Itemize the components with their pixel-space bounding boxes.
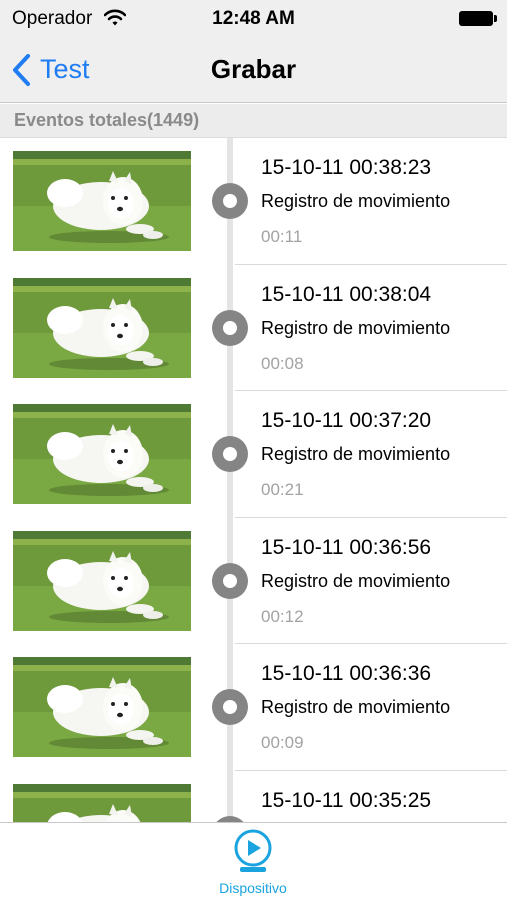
- timeline-node-icon: [212, 183, 248, 219]
- event-duration: 00:11: [261, 227, 303, 246]
- back-button[interactable]: Test: [10, 36, 90, 103]
- back-label: Test: [40, 54, 90, 84]
- event-type: Registro de movimiento: [261, 570, 451, 591]
- event-thumbnail: [13, 404, 191, 504]
- navigation-bar: Test Grabar: [0, 36, 507, 103]
- status-time: 12:48 AM: [212, 8, 295, 29]
- event-datetime: 15-10-11 00:36:36: [261, 662, 432, 685]
- event-datetime: 15-10-11 00:38:23: [261, 156, 432, 179]
- event-row[interactable]: 15-10-11 00:38:04 Registro de movimiento 0…: [0, 265, 507, 391]
- tab-bar: Dispositivo: [0, 822, 507, 900]
- event-datetime: 15-10-11 00:36:56: [261, 535, 432, 559]
- event-thumbnail: [13, 783, 191, 822]
- event-duration: 00:08: [261, 353, 304, 373]
- event-thumbnail: [13, 657, 191, 757]
- event-list[interactable]: 15-10-11 00:38:23 Registro de movimiento 0…: [0, 138, 507, 822]
- event-type: Registro de movimiento: [261, 444, 451, 464]
- event-row[interactable]: 15-10-11 00:38:23 Registro de movimiento 0…: [0, 138, 507, 265]
- event-row[interactable]: 15-10-11 00:36:56 Registro de movimiento 0…: [0, 518, 507, 644]
- status-bar: Operador 12:48 AM: [0, 0, 507, 36]
- event-row[interactable]: 15-10-11 00:37:20 Registro de movimiento 0…: [0, 391, 507, 518]
- event-type: Registro de movimiento: [261, 697, 451, 717]
- event-type: Registro de movimiento: [261, 317, 451, 338]
- event-thumbnail: [13, 151, 191, 251]
- event-row[interactable]: 15-10-11 00:36:36 Registro de movimiento 0…: [0, 644, 507, 771]
- event-duration: 00:09: [261, 733, 304, 752]
- tab-device[interactable]: Dispositivo: [203, 823, 303, 900]
- battery-icon: [459, 11, 497, 26]
- section-header: Eventos totales(1449): [0, 104, 507, 138]
- event-duration: 00:12: [261, 606, 304, 626]
- event-row[interactable]: 15-10-11 00:35:25: [0, 771, 507, 822]
- camera-play-icon: [234, 829, 272, 872]
- event-thumbnail: [13, 530, 191, 631]
- events-total-label: Eventos totales(1449): [14, 110, 200, 130]
- timeline-node-icon: [212, 436, 248, 472]
- event-thumbnail: [13, 277, 191, 378]
- timeline-node-icon: [212, 689, 248, 725]
- timeline-node-icon: [212, 309, 248, 346]
- event-datetime: 15-10-11 00:35:25: [261, 788, 432, 812]
- chevron-left-icon: [13, 53, 30, 86]
- event-type: Registro de movimiento: [261, 191, 451, 211]
- timeline-node-icon: [212, 562, 248, 599]
- event-datetime: 15-10-11 00:37:20: [261, 409, 432, 432]
- event-duration: 00:21: [261, 480, 304, 499]
- event-datetime: 15-10-11 00:38:04: [261, 282, 432, 306]
- tab-device-label: Dispositivo: [219, 880, 287, 896]
